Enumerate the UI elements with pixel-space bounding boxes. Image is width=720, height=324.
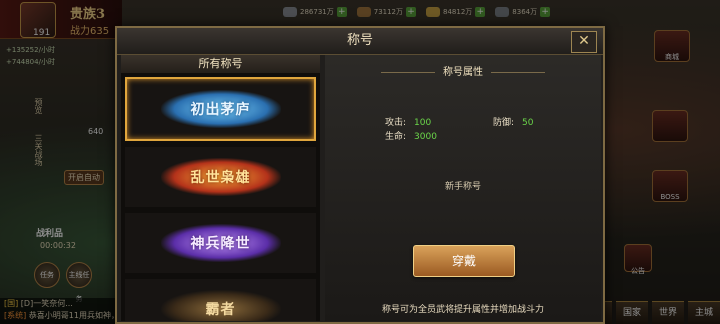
title-emblem: 初出茅庐 (160, 90, 281, 128)
attack-label: 攻击: (385, 118, 407, 128)
title-item[interactable]: 霸者 (125, 279, 316, 321)
title-description: 新手称号 (444, 182, 481, 192)
hp-value: 3000 (414, 132, 437, 142)
wear-button[interactable]: 穿戴 (413, 245, 515, 277)
defense-stat: 防御: 50 (493, 115, 534, 128)
title-emblem: 神兵降世 (160, 224, 281, 262)
title-list[interactable]: 所有称号 初出茅庐 乱世枭雄 神兵降世 霸者 (121, 55, 320, 321)
attack-value: 100 (414, 118, 432, 128)
title-hint: 称号可为全员武将提升属性并增加战斗力 (381, 305, 544, 315)
attribute-header: 称号属性 (325, 63, 601, 78)
title-list-header: 所有称号 (121, 55, 320, 73)
title-item-selected[interactable]: 初出茅庐 (125, 77, 316, 141)
attribute-panel: 称号属性 攻击: 100 防御: 50 生命: 3000 新手称号 穿戴 称号可为全员… (325, 55, 601, 321)
attribute-header-label: 称号属性 (443, 67, 483, 78)
dialog-title: 称号 (117, 28, 603, 55)
title-item[interactable]: 神兵降世 (125, 213, 316, 273)
title-dialog: 称号 ✕ 所有称号 初出茅庐 乱世枭雄 神兵降世 霸者 称号属性 攻击: 100 … (115, 26, 605, 324)
title-emblem: 霸者 (160, 290, 281, 321)
hp-label: 生命: (385, 132, 407, 142)
defense-value: 50 (522, 118, 534, 128)
hp-stat: 生命: 3000 (385, 129, 437, 142)
defense-label: 防御: (493, 118, 515, 128)
title-item[interactable]: 乱世枭雄 (125, 147, 316, 207)
close-button[interactable]: ✕ (571, 31, 597, 53)
title-emblem: 乱世枭雄 (160, 158, 281, 196)
attack-stat: 攻击: 100 (385, 115, 431, 128)
